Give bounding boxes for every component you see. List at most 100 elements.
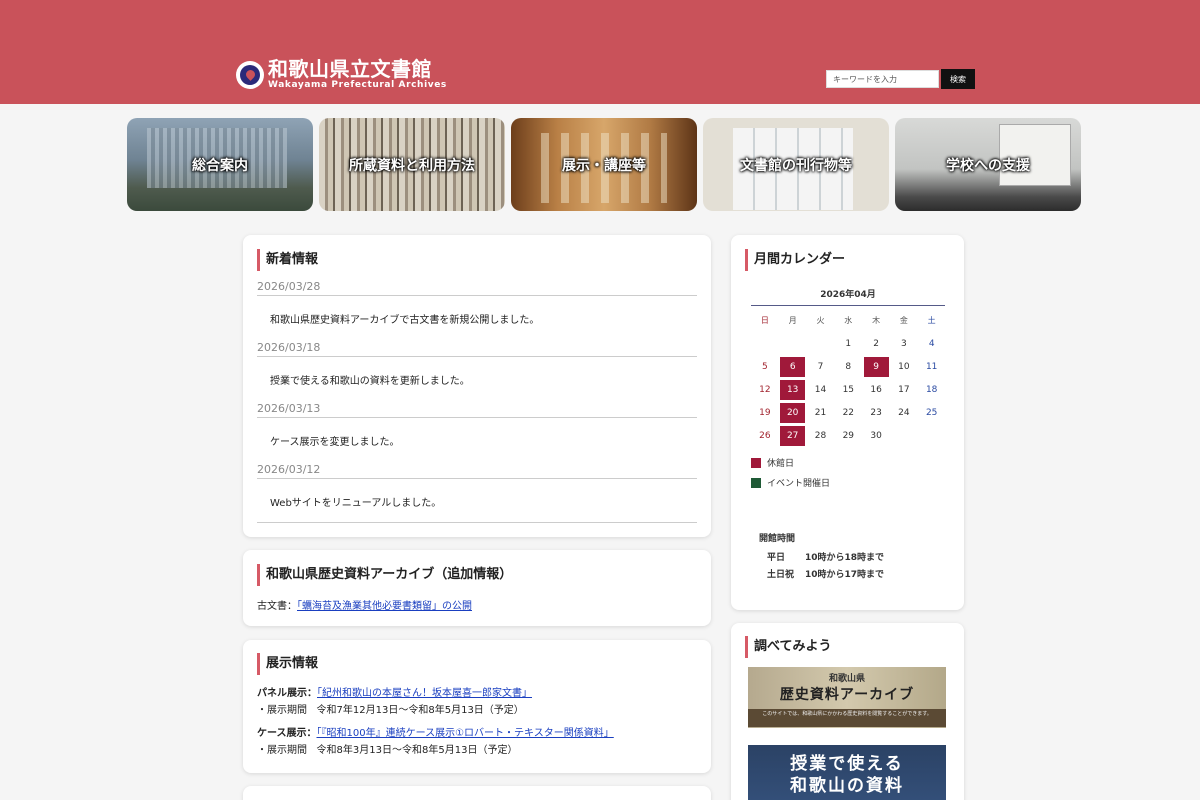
calendar-day — [918, 424, 946, 447]
calendar-day-number: 10 — [898, 361, 910, 372]
news-item-link[interactable]: 和歌山県歴史資料アーカイブで古文書を新規公開しました。 — [270, 311, 539, 326]
case-exhibit-link[interactable]: 「『昭和100年』連続ケース展示①ロバート・テキスター関係資料」 — [317, 728, 614, 739]
calendar-day: 10 — [890, 355, 918, 378]
nav-tile-label: 総合案内 — [192, 157, 248, 174]
hours-day: 平日 — [767, 553, 786, 563]
nav-tile-collections[interactable]: 所蔵資料と利用方法 — [319, 118, 505, 211]
nav-tile-label: 展示・講座等 — [562, 157, 646, 174]
legend-event-label: イベント開催日 — [767, 479, 831, 489]
hours-time: 10時から17時まで — [805, 570, 885, 580]
school-materials-banner[interactable]: 授業で使える 和歌山の資料 — [748, 745, 946, 800]
hours-time: 10時から18時まで — [805, 553, 885, 563]
calendar-day-number: 11 — [925, 361, 938, 372]
calendar-day-number: 20 — [780, 402, 806, 423]
archive-banner[interactable]: 和歌山県 歴史資料アーカイブ このサイトでは、和歌山県にかかわる歴史資料を閲覧す… — [748, 667, 946, 728]
calendar-day-number: 4 — [928, 338, 935, 349]
calendar-day-number: 23 — [870, 407, 882, 418]
calendar-day-number: 27 — [780, 425, 806, 446]
calendar-day — [751, 332, 779, 355]
news-card: 新着情報 2026/03/28 和歌山県歴史資料アーカイブで古文書を新規公開しま… — [243, 235, 711, 537]
calendar-day-closed: 13 — [779, 378, 807, 401]
calendar-day-number: 1 — [845, 338, 852, 349]
panel-exhibit-prefix: パネル展示： — [257, 688, 317, 699]
nav-tile-label: 文書館の刊行物等 — [740, 157, 852, 174]
calendar-card: 月間カレンダー 2026年04月 日月火水木金土 1 2 3 4 5 6 7 8 9 10 11 12 1… — [731, 235, 964, 610]
archive-link[interactable]: 「蠣海苔及漁業其他必要書類留」の公開 — [297, 601, 472, 612]
news-divider — [257, 522, 697, 523]
hours-day: 土日祝 — [767, 570, 795, 580]
panel-exhibit-period: ・展示期間 令和7年12月13日～令和8年5月13日（予定） — [257, 701, 524, 716]
hours-row: 平日 10時から18時まで — [767, 550, 884, 563]
news-date: 2026/03/28 — [257, 280, 697, 296]
calendar-day-number: 24 — [898, 407, 910, 418]
calendar-day: 19 — [751, 401, 779, 424]
calendar-day-number: 9 — [863, 356, 889, 377]
search-button[interactable]: 検索 — [941, 69, 975, 89]
calendar-day-number: 26 — [759, 430, 771, 441]
archive-line: 古文書：「蠣海苔及漁業其他必要書類留」の公開 — [257, 597, 472, 612]
calendar-day: 5 — [751, 355, 779, 378]
period-label: ・展示期間 — [257, 705, 307, 716]
case-exhibit-period: ・展示期間 令和8年3月13日～令和8年5月13日（予定） — [257, 741, 517, 756]
calendar-day-number: 29 — [842, 430, 855, 441]
legend-swatch-event — [751, 477, 761, 488]
calendar-grid: 日月火水木金土 1 2 3 4 5 6 7 8 9 10 11 12 13 14 15 16 17 18 19 20 21… — [751, 309, 946, 447]
main-nav: 総合案内 所蔵資料と利用方法 展示・講座等 文書館の刊行物等 学校への支援 — [127, 118, 1081, 211]
legend-closed-label: 休館日 — [767, 459, 795, 469]
calendar-weekday: 土 — [927, 316, 936, 325]
more-card — [243, 786, 711, 800]
search-input[interactable] — [826, 70, 939, 88]
legend-event: イベント開催日 — [751, 476, 830, 489]
calendar-day-number: 6 — [780, 356, 806, 377]
news-date: 2026/03/12 — [257, 463, 697, 479]
archive-prefix: 古文書： — [257, 601, 297, 612]
calendar-day — [890, 424, 918, 447]
calendar-day-number: 7 — [817, 361, 824, 372]
case-exhibit-prefix: ケース展示： — [257, 728, 317, 739]
calendar-day: 1 — [834, 332, 862, 355]
panel-exhibit-line: パネル展示：「紀州和歌山の本屋さん！坂本屋喜一郎家文書」 — [257, 684, 532, 699]
calendar-day: 7 — [807, 355, 835, 378]
archive-card: 和歌山県歴史資料アーカイブ（追加情報） 古文書：「蠣海苔及漁業其他必要書類留」の… — [243, 550, 711, 626]
calendar-day: 30 — [862, 424, 890, 447]
calendar-day — [807, 332, 835, 355]
calendar-day: 16 — [862, 378, 890, 401]
calendar-weekday: 金 — [899, 316, 908, 325]
calendar-month: 2026年04月 — [751, 287, 945, 306]
calendar-day: 26 — [751, 424, 779, 447]
research-card: 調べてみよう 和歌山県 歴史資料アーカイブ このサイトでは、和歌山県にかかわる歴… — [731, 623, 964, 800]
calendar-day: 3 — [890, 332, 918, 355]
calendar-day — [779, 332, 807, 355]
site-logo[interactable]: 和歌山県立文書館 Wakayama Prefectural Archives — [236, 58, 447, 91]
nav-tile-publications[interactable]: 文書館の刊行物等 — [703, 118, 889, 211]
calendar-day-closed: 9 — [862, 355, 890, 378]
banner-line: 和歌山の資料 — [790, 776, 904, 796]
calendar-weekday: 日 — [760, 316, 769, 325]
calendar-day: 17 — [890, 378, 918, 401]
calendar-weekday: 火 — [816, 316, 825, 325]
exhibit-card: 展示情報 パネル展示：「紀州和歌山の本屋さん！坂本屋喜一郎家文書」 ・展示期間 … — [243, 640, 711, 773]
calendar-day: 8 — [834, 355, 862, 378]
news-item-link[interactable]: 授業で使える和歌山の資料を更新しました。 — [270, 372, 470, 387]
exhibit-title: 展示情報 — [257, 653, 318, 675]
calendar-day: 23 — [862, 401, 890, 424]
calendar-day: 25 — [918, 401, 946, 424]
nav-tile-exhibitions[interactable]: 展示・講座等 — [511, 118, 697, 211]
panel-exhibit-link[interactable]: 「紀州和歌山の本屋さん！坂本屋喜一郎家文書」 — [317, 688, 532, 699]
calendar-title: 月間カレンダー — [745, 249, 845, 271]
news-item-link[interactable]: Webサイトをリニューアルしました。 — [270, 494, 441, 509]
nav-tile-label: 学校への支援 — [946, 157, 1030, 174]
calendar-day-number: 2 — [873, 338, 879, 349]
nav-tile-school-support[interactable]: 学校への支援 — [895, 118, 1081, 211]
period-value: 令和7年12月13日～令和8年5月13日（予定） — [316, 705, 524, 716]
calendar-day-number: 3 — [901, 338, 907, 349]
calendar-day-closed: 20 — [779, 401, 807, 424]
calendar-day: 14 — [807, 378, 835, 401]
calendar-day: 18 — [918, 378, 946, 401]
legend-closed: 休館日 — [751, 456, 794, 469]
calendar-weekday: 木 — [872, 316, 881, 325]
news-item-link[interactable]: ケース展示を変更しました。 — [270, 433, 400, 448]
calendar-day-number: 14 — [814, 384, 827, 395]
calendar-day-closed: 27 — [779, 424, 807, 447]
nav-tile-general-guide[interactable]: 総合案内 — [127, 118, 313, 211]
